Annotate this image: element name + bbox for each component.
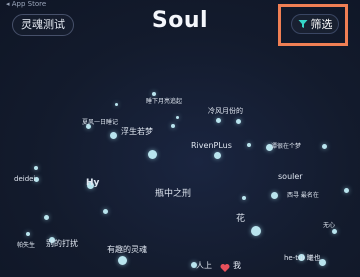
star-label[interactable]: 我 (233, 260, 241, 271)
star-label[interactable]: 谭很在个梦 (271, 141, 301, 150)
star-label[interactable]: 人上 (196, 260, 212, 271)
star-dot[interactable] (344, 188, 349, 193)
star-dot[interactable] (103, 209, 108, 214)
star-dot[interactable] (110, 132, 117, 139)
soul-app-screen: ◂ App Store 灵魂测试 Soul 筛选 睡下月亮追起 冷风月份的 夏风… (0, 0, 360, 272)
star-label[interactable]: 无心 (323, 220, 335, 229)
star-dot[interactable] (247, 143, 251, 147)
star-dot[interactable] (236, 119, 241, 124)
star-dot[interactable] (216, 118, 221, 123)
star-dot[interactable] (118, 256, 127, 265)
star-label[interactable]: 花 (236, 211, 245, 224)
star-label[interactable]: Hy (86, 178, 99, 188)
star-label[interactable]: deidei (14, 175, 35, 183)
star-label[interactable]: 西寻 最名在 (287, 190, 319, 199)
star-map[interactable]: 睡下月亮追起 冷风月份的 夏风一日睡记 浮生若梦 RivenPLus 谭很在个梦… (0, 0, 360, 272)
star-dot[interactable] (34, 166, 38, 170)
star-dot[interactable] (171, 124, 175, 128)
star-dot[interactable] (148, 150, 157, 159)
star-dot[interactable] (44, 215, 49, 220)
star-dot[interactable] (271, 192, 278, 199)
star-label[interactable]: 睡下月亮追起 (146, 96, 182, 105)
heart-icon (220, 258, 230, 272)
star-label[interactable]: 冷风月份的 (208, 106, 243, 116)
star-label[interactable]: RivenPLus (191, 141, 232, 150)
star-label[interactable]: 瓶中之刑 (155, 186, 191, 199)
star-dot[interactable] (242, 196, 246, 200)
star-label[interactable]: 夏风一日睡记 (82, 117, 118, 126)
star-label[interactable]: 浮生若梦 (121, 126, 153, 137)
star-dot[interactable] (332, 229, 337, 234)
star-label[interactable]: souler (278, 172, 303, 181)
star-dot[interactable] (251, 226, 261, 236)
star-dot[interactable] (26, 232, 30, 236)
star-label[interactable]: he-tui 曦也 (284, 253, 321, 263)
star-label[interactable]: 帕失生 (17, 240, 35, 249)
star-label[interactable]: 有趣的灵魂 (107, 244, 147, 255)
star-dot[interactable] (115, 103, 118, 106)
star-dot[interactable] (322, 144, 327, 149)
star-label[interactable]: 别的打扰 (46, 238, 78, 249)
star-dot[interactable] (214, 152, 221, 159)
star-dot[interactable] (176, 116, 179, 119)
